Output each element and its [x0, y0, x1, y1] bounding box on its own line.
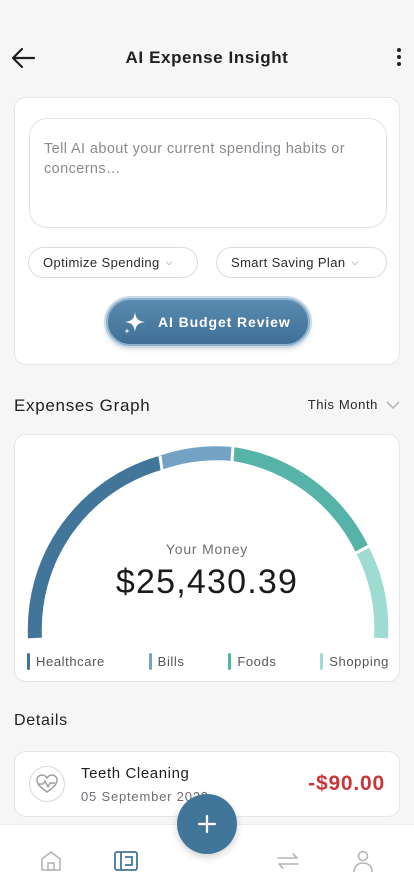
wallet-icon[interactable] [114, 849, 138, 873]
page-title: AI Expense Insight [125, 48, 289, 67]
legend-item-healthcare: Healthcare [27, 653, 105, 670]
ai-budget-review-label: AI Budget Review [158, 314, 291, 330]
optimize-spending-dropdown[interactable]: Optimize Spending ⌵ [28, 247, 198, 278]
smart-saving-plan-dropdown[interactable]: Smart Saving Plan ⌵ [216, 247, 387, 278]
plus-icon [197, 814, 217, 834]
home-icon[interactable] [39, 849, 63, 873]
period-select[interactable]: This Month [308, 397, 400, 412]
chevron-down-icon: ⌵ [351, 257, 359, 267]
legend-swatch [148, 653, 152, 670]
expense-name: Teeth Cleaning [81, 765, 190, 782]
expense-amount: -$90.00 [308, 772, 385, 795]
legend-item-foods: Foods [228, 653, 276, 670]
expenses-graph-title: Expenses Graph [14, 396, 151, 415]
ai-budget-review-button[interactable]: AI Budget Review [106, 298, 310, 346]
total-money-value: $25,430.39 [115, 563, 299, 601]
sparkle-icon [124, 312, 145, 334]
more-vertical-icon [394, 48, 404, 66]
gauge-legend: Healthcare Bills Foods Shopping [27, 653, 389, 670]
legend-swatch [27, 653, 30, 670]
legend-item-bills: Bills [148, 653, 185, 670]
header: AI Expense Insight [0, 0, 414, 96]
legend-label: Shopping [329, 654, 389, 669]
chevron-down-icon: ⌵ [165, 257, 173, 267]
legend-swatch [228, 653, 232, 670]
legend-label: Foods [237, 654, 277, 669]
expenses-gauge [27, 446, 389, 639]
more-options-button[interactable] [394, 46, 404, 70]
spending-concerns-input[interactable]: Tell AI about your current spending habi… [29, 118, 387, 228]
expenses-graph-card: Your Money $25,430.39 Healthcare Bills F… [14, 434, 400, 682]
gauge-segment-foods [231, 447, 369, 553]
chevron-down-icon [386, 400, 400, 409]
ai-input-card: Tell AI about your current spending habi… [14, 97, 400, 365]
legend-item-shopping: Shopping [320, 653, 389, 670]
gauge-label: Your Money [165, 541, 249, 557]
legend-label: Healthcare [36, 654, 105, 669]
period-label: This Month [307, 397, 378, 412]
details-title: Details [14, 712, 68, 729]
heart-pulse-icon [29, 766, 65, 802]
legend-label: Bills [157, 654, 185, 669]
profile-icon[interactable] [351, 849, 375, 873]
add-expense-button[interactable] [177, 794, 237, 854]
transfer-icon[interactable] [276, 849, 300, 873]
chip-label: Smart Saving Plan [231, 255, 346, 270]
chip-label: Optimize Spending [43, 255, 160, 270]
gauge-segment-bills [157, 446, 234, 470]
legend-swatch [320, 653, 324, 670]
